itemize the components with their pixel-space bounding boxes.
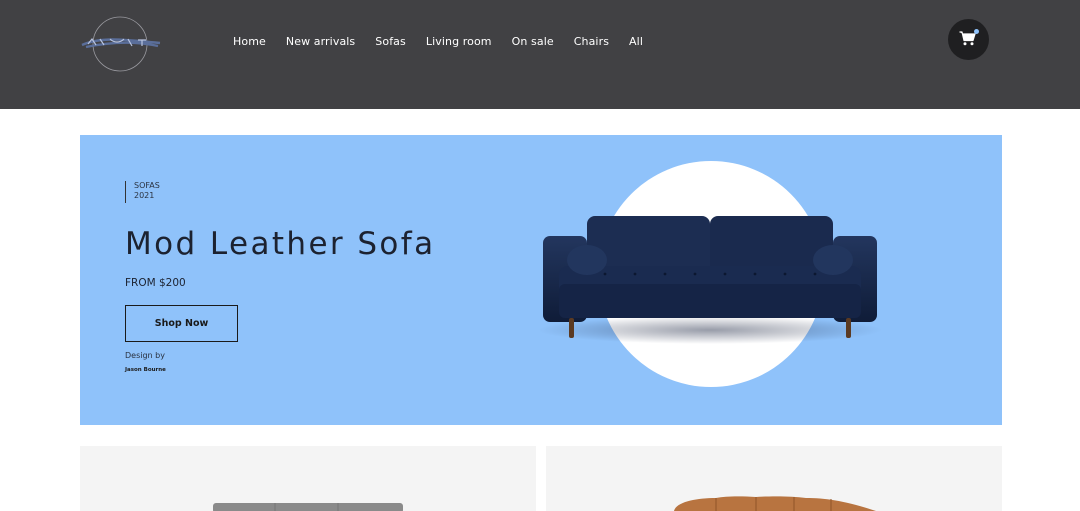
hero-banner: SOFAS 2021 Mod Leather Sofa FROM $200 Sh…: [80, 135, 1002, 425]
brand-logo-icon[interactable]: [80, 15, 162, 73]
grey-sofa-image: [213, 503, 403, 511]
nav-all[interactable]: All: [629, 35, 643, 48]
nav-living-room[interactable]: Living room: [426, 35, 492, 48]
main-nav: Home New arrivals Sofas Living room On s…: [233, 33, 643, 49]
hero-price: FROM $200: [125, 277, 186, 289]
hero-category: SOFAS 2021: [125, 181, 160, 203]
navy-velvet-sofa-image: [538, 216, 882, 344]
hero-title: Mod Leather Sofa: [125, 226, 436, 262]
designer-name: Jason Bourne: [125, 367, 166, 373]
cart-button[interactable]: [948, 19, 989, 60]
nav-on-sale[interactable]: On sale: [512, 35, 554, 48]
nav-new-arrivals[interactable]: New arrivals: [286, 35, 355, 48]
site-header: Home New arrivals Sofas Living room On s…: [0, 0, 1080, 109]
tan-leather-sofa-image: [674, 496, 876, 511]
design-by-label: Design by: [125, 351, 165, 360]
category-year: 2021: [134, 191, 155, 200]
nav-sofas[interactable]: Sofas: [375, 35, 406, 48]
product-card[interactable]: [80, 446, 536, 511]
cart-badge-dot: [974, 29, 979, 34]
category-label: SOFAS: [134, 181, 160, 190]
product-card[interactable]: [546, 446, 1002, 511]
nav-chairs[interactable]: Chairs: [574, 35, 609, 48]
nav-home[interactable]: Home: [233, 35, 266, 48]
cart-icon: [959, 31, 976, 46]
shop-now-button[interactable]: Shop Now: [125, 305, 238, 342]
